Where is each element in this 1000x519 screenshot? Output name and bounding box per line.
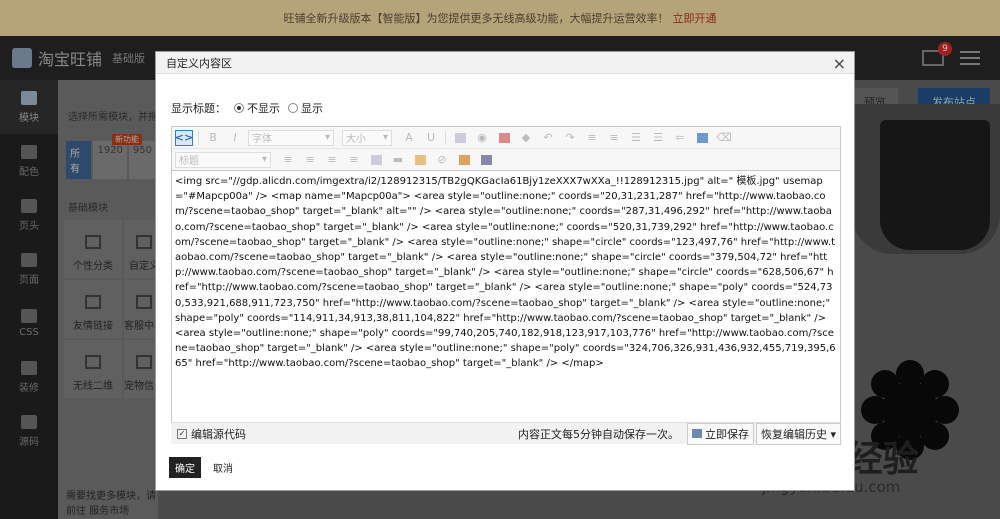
editor-toolbar-row-1: <> B I 字体 ▾ 大小 ▾ A U ◉ ◆ ↶ ↷ ≡ ≡ ☰ ☰ ⇐ ⌫ [172, 127, 840, 149]
redo-icon[interactable]: ↷ [561, 130, 579, 146]
module-icon [85, 355, 101, 369]
upgrade-banner: 旺铺全新升级版本【智能版】为您提供更多无线高级功能，大幅提升运营效率！ 立即开通 [0, 0, 1000, 36]
insert-image-icon[interactable] [367, 152, 385, 168]
undo-icon[interactable]: ↶ [539, 130, 557, 146]
editor-toolbar-row-2: 标题 ▾ ≡ ≡ ≡ ≡ ▬ ⊘ [172, 149, 840, 171]
cancel-button[interactable]: 取消 [213, 460, 233, 475]
align-center-icon[interactable]: ≡ [301, 152, 319, 168]
dialog-titlebar: 自定义内容区 × [156, 52, 854, 74]
arrow-left-icon[interactable]: ⇐ [671, 130, 689, 146]
mail-badge: 9 [938, 42, 952, 56]
rich-text-editor: <> B I 字体 ▾ 大小 ▾ A U ◉ ◆ ↶ ↷ ≡ ≡ ☰ ☰ ⇐ ⌫ 标… [171, 126, 841, 444]
nav-item-css[interactable]: CSS [0, 296, 58, 350]
dialog-title: 自定义内容区 [166, 56, 232, 70]
logo: 淘宝旺铺 [12, 46, 102, 70]
restore-history-dropdown[interactable]: 恢复编辑历史 ▾ [755, 422, 841, 445]
numbered-list-icon[interactable]: ☰ [649, 130, 667, 146]
palette-icon [21, 144, 37, 159]
module-tile[interactable]: 友情链接 [64, 280, 122, 338]
panel-footer: 需要找更多模块，请前往 服务市场 [66, 491, 156, 517]
table-icon[interactable] [495, 130, 513, 146]
justify-icon[interactable]: ≡ [345, 152, 363, 168]
menu-icon[interactable] [960, 51, 980, 65]
underline-icon[interactable]: U [422, 130, 440, 146]
nav-item-page[interactable]: 页面 [0, 242, 58, 296]
decorate-icon [21, 360, 37, 375]
module-panel: 选择所需模块，并拖 所有 1920 950 新功能 基础模块 个性分类 自定义 … [58, 80, 164, 519]
tab-all[interactable]: 所有 [66, 141, 92, 179]
section-title: 基础模块 [68, 203, 108, 214]
header-icon [21, 198, 37, 213]
bold-icon[interactable]: B [204, 130, 222, 146]
align-right-icon[interactable]: ≡ [323, 152, 341, 168]
list-icon[interactable]: ☰ [627, 130, 645, 146]
module-icon [136, 355, 152, 369]
radio-hide-title[interactable] [234, 103, 244, 113]
module-tile[interactable]: 无线二维 [64, 340, 122, 398]
custom-content-dialog: 自定义内容区 × 显示标题： 不显示 显示 <> B I 字体 ▾ 大小 ▾ A U… [155, 51, 855, 491]
module-icon [85, 295, 101, 309]
edit-source-checkbox[interactable]: ✓ [177, 428, 187, 439]
hr-icon[interactable]: ▬ [389, 152, 407, 168]
radio-hide-label: 不显示 [247, 102, 280, 115]
nav-item-modules[interactable]: 模块 [0, 80, 58, 134]
taobao-logo-icon [12, 48, 32, 68]
font-select[interactable]: 字体 ▾ [248, 129, 334, 146]
radio-show-label: 显示 [301, 102, 323, 115]
nav-item-header[interactable]: 页头 [0, 188, 58, 242]
ok-button[interactable]: 确定 [169, 457, 201, 478]
outdent-icon[interactable]: ≡ [605, 130, 623, 146]
eraser-icon[interactable]: ⌫ [715, 130, 733, 146]
indent-icon[interactable]: ≡ [583, 130, 601, 146]
template-icon[interactable] [477, 152, 495, 168]
module-icon [136, 295, 152, 309]
grid-icon [21, 90, 37, 105]
source-icon [21, 414, 37, 429]
module-icon [136, 235, 152, 249]
widget-icon[interactable] [411, 152, 429, 168]
code-icon [21, 308, 37, 323]
save-now-button[interactable]: 立即保存 [686, 422, 754, 445]
show-title-label: 显示标题： [171, 102, 226, 115]
banner-text: 旺铺全新升级版本【智能版】为您提供更多无线高级功能，大幅提升运营效率！ [283, 12, 669, 25]
nav-item-source[interactable]: 源码 [0, 404, 58, 458]
image-icon[interactable] [451, 130, 469, 146]
insert-media-icon[interactable] [693, 130, 711, 146]
link-globe-icon[interactable]: ◉ [473, 130, 491, 146]
version-label: 基础版 [112, 52, 146, 65]
nav-item-decorate[interactable]: 装修 [0, 350, 58, 404]
page-icon [21, 252, 37, 267]
left-nav: 模块 配色 页头 页面 CSS 装修 源码 [0, 80, 58, 519]
clear-format-icon[interactable]: ⊘ [433, 152, 451, 168]
new-feature-tag: 新功能 [112, 134, 142, 145]
mug-shape [880, 120, 990, 250]
module-tile[interactable]: 个性分类 [64, 220, 122, 278]
editor-statusbar: ✓ 编辑源代码 内容正文每5分钟自动保存一次。 立即保存 恢复编辑历史 ▾ [171, 422, 841, 445]
show-title-row: 显示标题： 不显示 显示 [171, 100, 323, 116]
mail-icon[interactable]: 9 [922, 42, 952, 66]
module-icon [85, 235, 101, 249]
align-left-icon[interactable]: ≡ [279, 152, 297, 168]
logo-text: 淘宝旺铺 [38, 50, 103, 69]
font-size-select[interactable]: 大小 ▾ [342, 129, 392, 146]
radio-show-title[interactable] [288, 103, 298, 113]
autosave-note: 内容正文每5分钟自动保存一次。 [517, 427, 679, 441]
heading-select[interactable]: 标题 ▾ [175, 151, 271, 168]
tab-1920[interactable]: 1920 [93, 141, 127, 179]
banner-link[interactable]: 立即开通 [673, 10, 717, 26]
edit-source-label: 编辑源代码 [191, 427, 246, 441]
source-code-area[interactable]: <img src="//gdp.alicdn.com/imgextra/i2/1… [172, 172, 840, 444]
fill-color-icon[interactable]: ◆ [517, 130, 535, 146]
floppy-disk-icon [691, 429, 702, 438]
source-code-icon[interactable]: <> [175, 129, 193, 146]
nav-item-colors[interactable]: 配色 [0, 134, 58, 188]
close-icon[interactable]: × [833, 54, 846, 73]
grid-table-icon[interactable] [455, 152, 473, 168]
panel-hint: 选择所需模块，并拖 [68, 112, 158, 123]
strikethrough-icon[interactable]: A [400, 130, 418, 146]
italic-icon[interactable]: I [226, 130, 244, 146]
tab-950[interactable]: 950 [128, 141, 156, 179]
